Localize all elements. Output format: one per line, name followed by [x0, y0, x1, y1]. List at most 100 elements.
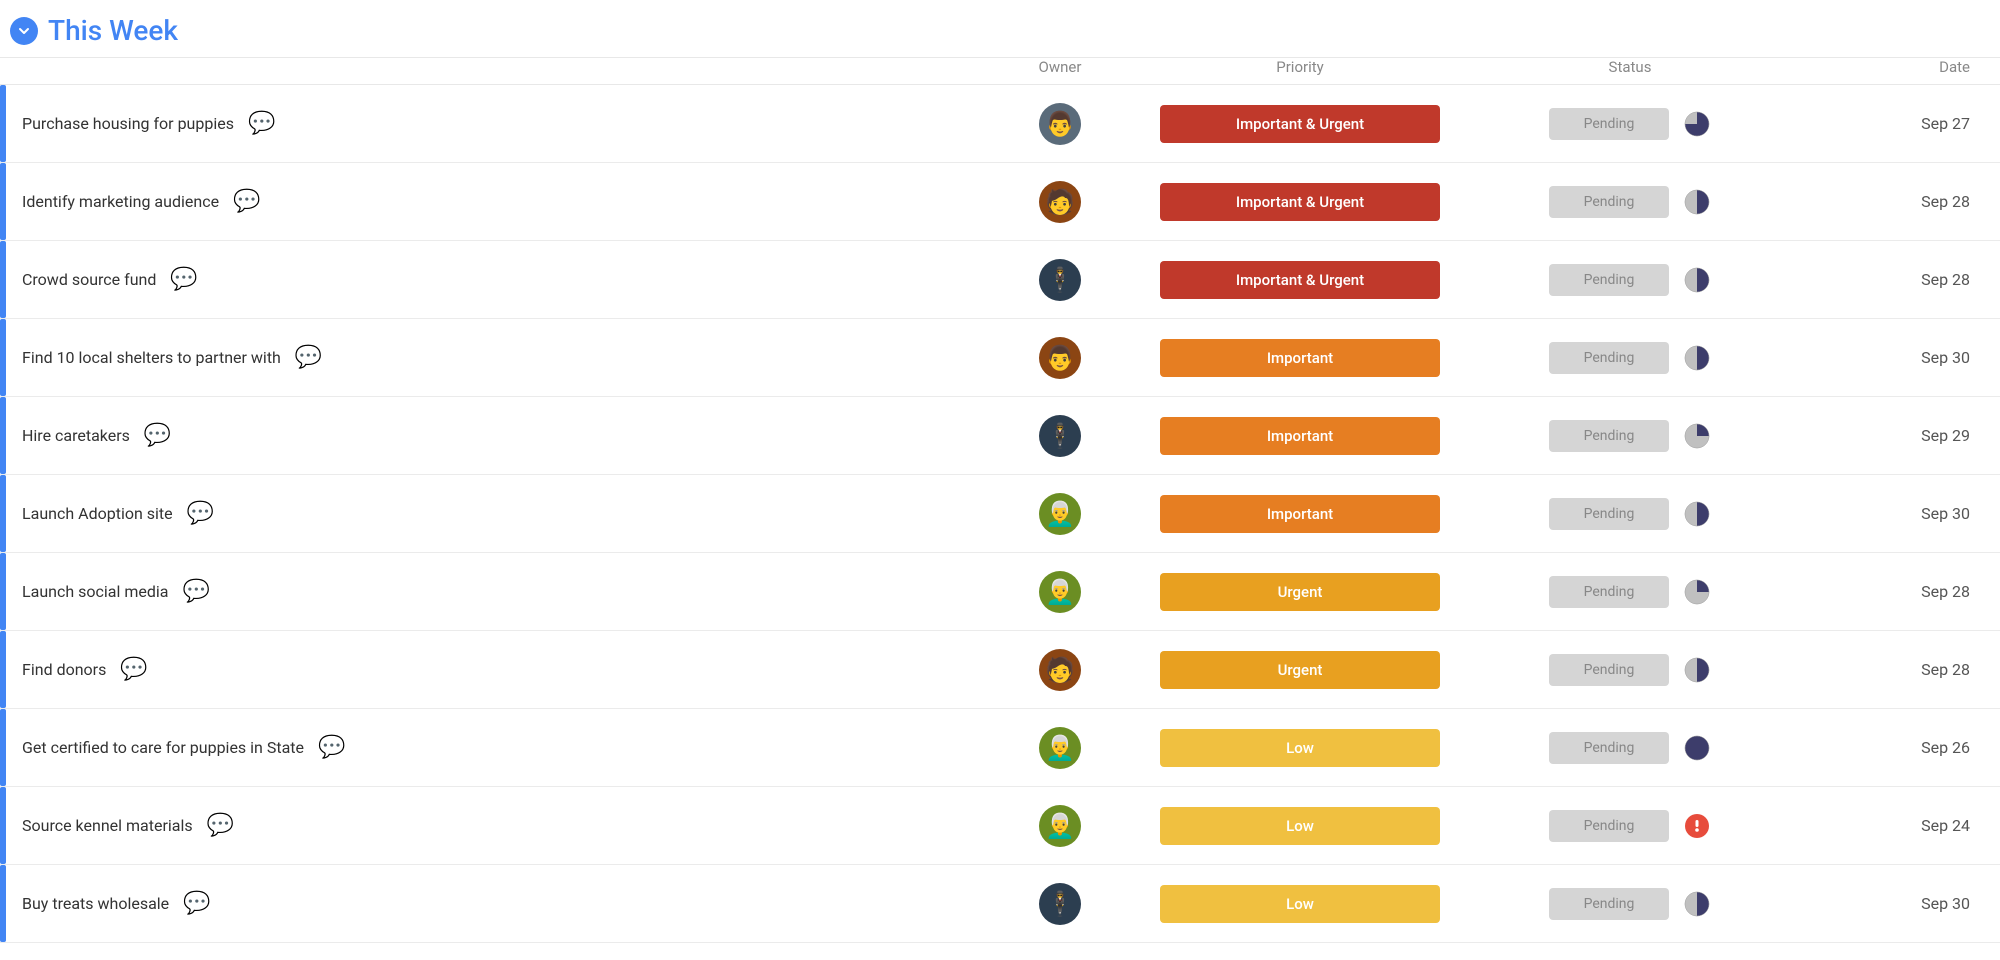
task-name-area: Launch Adoption site 💬 [22, 501, 980, 526]
section-title: This Week [48, 14, 2000, 47]
priority-badge[interactable]: Low [1160, 729, 1440, 767]
comment-icon[interactable]: 💬 [182, 579, 209, 604]
status-cell: Pending [1460, 732, 1800, 764]
date-cell: Sep 30 [1800, 348, 2000, 367]
comment-icon[interactable]: 💬 [248, 111, 275, 136]
priority-cell[interactable]: Low [1140, 723, 1460, 773]
task-left-bar [0, 553, 6, 630]
status-clock-icon [1683, 578, 1711, 606]
task-name: Crowd source fund [22, 270, 156, 289]
priority-badge[interactable]: Important & Urgent [1160, 105, 1440, 143]
task-name-area: Find donors 💬 [22, 657, 980, 682]
status-clock-icon [1683, 422, 1711, 450]
priority-badge[interactable]: Important & Urgent [1160, 183, 1440, 221]
status-badge: Pending [1549, 420, 1669, 452]
priority-cell[interactable]: Urgent [1140, 645, 1460, 695]
task-name: Get certified to care for puppies in Sta… [22, 738, 304, 757]
priority-cell[interactable]: Important & Urgent [1140, 177, 1460, 227]
avatar-face: 👨‍🦳 [1045, 814, 1075, 838]
task-name: Hire caretakers [22, 426, 130, 445]
priority-cell[interactable]: Low [1140, 879, 1460, 929]
status-badge: Pending [1549, 342, 1669, 374]
priority-cell[interactable]: Important & Urgent [1140, 99, 1460, 149]
avatar-face: 👨‍🦳 [1045, 580, 1075, 604]
status-badge: Pending [1549, 498, 1669, 530]
priority-cell[interactable]: Low [1140, 801, 1460, 851]
status-cell: Pending [1460, 342, 1800, 374]
date-cell: Sep 30 [1800, 504, 2000, 523]
task-row: Purchase housing for puppies 💬 👨 Importa… [0, 85, 2000, 163]
status-clock-icon [1683, 734, 1711, 762]
priority-badge[interactable]: Important [1160, 339, 1440, 377]
comment-icon[interactable]: 💬 [170, 267, 197, 292]
priority-cell[interactable]: Important [1140, 333, 1460, 383]
status-cell: Pending [1460, 810, 1800, 842]
date-cell: Sep 29 [1800, 426, 2000, 445]
owner-cell: 👨‍🦳 [980, 805, 1140, 847]
status-clock-icon [1683, 890, 1711, 918]
priority-cell[interactable]: Important & Urgent [1140, 255, 1460, 305]
task-row: Buy treats wholesale 💬 🕴 Low Pending Sep… [0, 865, 2000, 943]
status-clock-icon [1683, 500, 1711, 528]
comment-icon[interactable]: 💬 [295, 345, 322, 370]
status-clock-icon [1683, 266, 1711, 294]
owner-cell: 🧑 [980, 649, 1140, 691]
status-cell: Pending [1460, 654, 1800, 686]
col-header-date: Date [1800, 58, 2000, 76]
comment-icon[interactable]: 💬 [120, 657, 147, 682]
priority-badge[interactable]: Urgent [1160, 651, 1440, 689]
status-clock-icon [1683, 344, 1711, 372]
task-left-bar [0, 787, 6, 864]
owner-cell: 👨 [980, 103, 1140, 145]
status-clock-icon [1683, 188, 1711, 216]
priority-cell[interactable]: Important [1140, 411, 1460, 461]
column-headers: Owner Priority Status Date [0, 58, 2000, 85]
task-left-bar [0, 163, 6, 240]
priority-badge[interactable]: Low [1160, 807, 1440, 845]
task-row: Identify marketing audience 💬 🧑 Importan… [0, 163, 2000, 241]
comment-icon[interactable]: 💬 [183, 891, 210, 916]
owner-cell: 🕴 [980, 259, 1140, 301]
comment-icon[interactable]: 💬 [144, 423, 171, 448]
priority-cell[interactable]: Urgent [1140, 567, 1460, 617]
priority-badge[interactable]: Important & Urgent [1160, 261, 1440, 299]
owner-cell: 👨‍🦳 [980, 493, 1140, 535]
avatar: 👨‍🦳 [1039, 493, 1081, 535]
task-row: Find 10 local shelters to partner with 💬… [0, 319, 2000, 397]
task-name-area: Crowd source fund 💬 [22, 267, 980, 292]
priority-badge[interactable]: Important [1160, 417, 1440, 455]
avatar-face: 👨 [1045, 112, 1075, 136]
avatar-face: 🧑 [1045, 190, 1075, 214]
comment-icon[interactable]: 💬 [318, 735, 345, 760]
status-cell: Pending [1460, 498, 1800, 530]
avatar: 🕴 [1039, 259, 1081, 301]
task-left-bar [0, 85, 6, 162]
avatar-face: 🕴 [1045, 424, 1075, 448]
task-row: Crowd source fund 💬 🕴 Important & Urgent… [0, 241, 2000, 319]
date-cell: Sep 27 [1800, 114, 2000, 133]
task-row: Launch Adoption site 💬 👨‍🦳 Important Pen… [0, 475, 2000, 553]
avatar: 👨 [1039, 337, 1081, 379]
task-name-area: Purchase housing for puppies 💬 [22, 111, 980, 136]
task-left-bar [0, 475, 6, 552]
owner-cell: 👨 [980, 337, 1140, 379]
comment-icon[interactable]: 💬 [187, 501, 214, 526]
status-clock-icon [1683, 110, 1711, 138]
date-cell: Sep 28 [1800, 582, 2000, 601]
task-name-area: Identify marketing audience 💬 [22, 189, 980, 214]
collapse-icon[interactable] [10, 17, 38, 45]
owner-cell: 👨‍🦳 [980, 571, 1140, 613]
date-cell: Sep 24 [1800, 816, 2000, 835]
priority-badge[interactable]: Important [1160, 495, 1440, 533]
date-cell: Sep 28 [1800, 270, 2000, 289]
comment-icon[interactable]: 💬 [233, 189, 260, 214]
priority-badge[interactable]: Low [1160, 885, 1440, 923]
task-list: Purchase housing for puppies 💬 👨 Importa… [0, 85, 2000, 943]
comment-icon[interactable]: 💬 [207, 813, 234, 838]
status-cell: Pending [1460, 264, 1800, 296]
priority-badge[interactable]: Urgent [1160, 573, 1440, 611]
task-row: Hire caretakers 💬 🕴 Important Pending Se… [0, 397, 2000, 475]
task-name-area: Get certified to care for puppies in Sta… [22, 735, 980, 760]
avatar: 🧑 [1039, 649, 1081, 691]
priority-cell[interactable]: Important [1140, 489, 1460, 539]
